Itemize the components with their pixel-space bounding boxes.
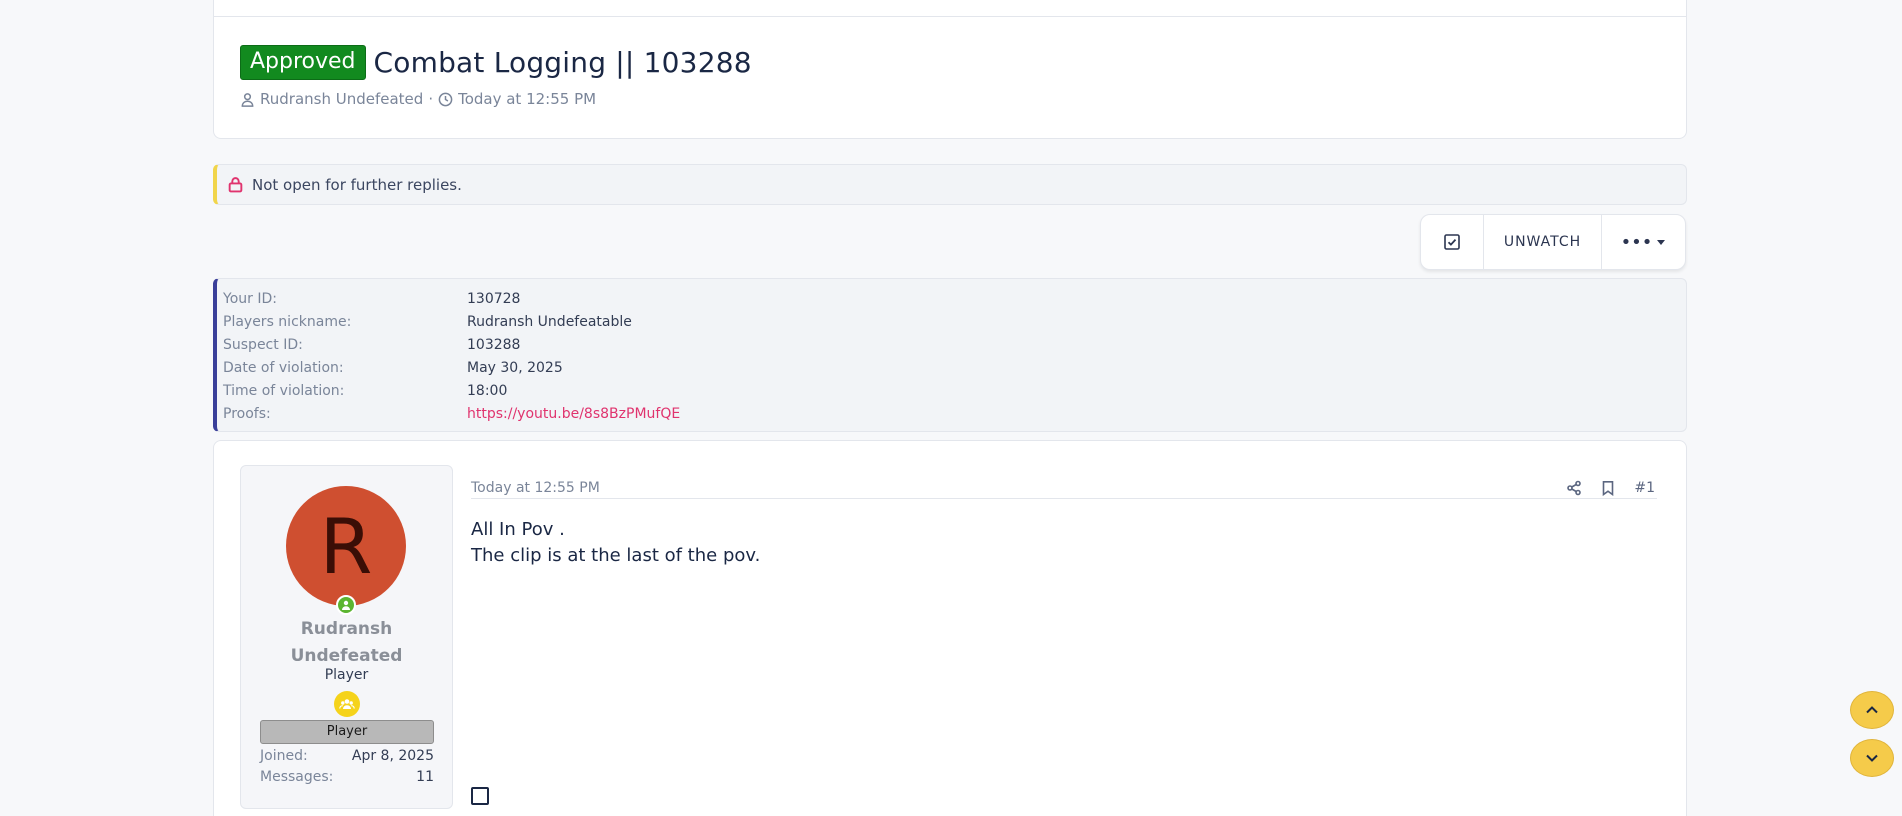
- field-label: Suspect ID:: [223, 336, 303, 353]
- post-line: The clip is at the last of the pov.: [471, 545, 761, 566]
- select-thread-button[interactable]: [1421, 215, 1484, 269]
- thread-author[interactable]: Rudransh Undefeated: [260, 90, 423, 108]
- approved-badge[interactable]: Approved: [240, 45, 366, 80]
- user-banner: Player: [260, 720, 434, 744]
- user-panel: R Rudransh Undefeated Player Player Join…: [240, 465, 453, 809]
- thread-meta: Rudransh Undefeated · Today at 12:55 PM: [240, 90, 596, 108]
- thread-toolbar: UNWATCH •••: [1420, 214, 1686, 270]
- clock-icon: [438, 92, 453, 106]
- lock-icon: [228, 177, 243, 193]
- field-row: Players nickname: Rudransh Undefeatable: [217, 310, 1686, 333]
- thread-title: Combat Logging || 103288: [373, 46, 752, 79]
- thread-fields: Your ID: 130728 Players nickname: Rudransh…: [213, 278, 1687, 432]
- post-line: All In Pov .: [471, 519, 565, 540]
- thread-title-row: Approved Combat Logging || 103288: [240, 45, 752, 80]
- more-options-button[interactable]: •••: [1602, 215, 1685, 269]
- field-row: Time of violation: 18:00: [217, 379, 1686, 402]
- thread-date[interactable]: Today at 12:55 PM: [458, 90, 596, 108]
- bookmark-icon[interactable]: [1600, 480, 1616, 496]
- messages-label: Messages:: [260, 769, 334, 785]
- thread-locked-notice: Not open for further replies.: [213, 164, 1687, 205]
- unwatch-button[interactable]: UNWATCH: [1484, 215, 1602, 269]
- post-header: Today at 12:55 PM #1: [471, 465, 1657, 499]
- field-label: Time of violation:: [223, 382, 345, 399]
- chevron-down-icon: [1866, 754, 1878, 762]
- avatar[interactable]: R: [286, 486, 406, 606]
- username[interactable]: Rudransh Undefeated: [241, 616, 452, 670]
- field-row: Suspect ID: 103288: [217, 333, 1686, 356]
- notice-text: Not open for further replies.: [252, 175, 462, 194]
- chevron-up-icon: [1866, 706, 1878, 714]
- post: R Rudransh Undefeated Player Player Join…: [213, 440, 1687, 816]
- field-value: May 30, 2025: [467, 359, 563, 376]
- field-row: Date of violation: May 30, 2025: [217, 356, 1686, 379]
- field-value: 103288: [467, 336, 521, 353]
- user-title: Player: [324, 667, 369, 683]
- thread-header: Approved Combat Logging || 103288 Rudran…: [213, 0, 1687, 139]
- post-main: Today at 12:55 PM #1 All In Pov . The cl…: [471, 465, 1657, 805]
- post-select-checkbox[interactable]: [471, 787, 489, 805]
- group-badge-icon: [334, 691, 360, 717]
- header-divider: [214, 16, 1686, 17]
- share-icon[interactable]: [1566, 480, 1582, 496]
- field-label: Proofs:: [223, 405, 271, 422]
- checkbox-checked-icon: [1444, 234, 1460, 250]
- messages-value[interactable]: 11: [416, 769, 434, 785]
- field-label: Date of violation:: [223, 359, 344, 376]
- user-stat-messages: Messages: 11: [260, 769, 434, 785]
- post-date[interactable]: Today at 12:55 PM: [471, 480, 600, 496]
- proof-link[interactable]: https://youtu.be/8s8BzPMufQE: [467, 406, 680, 422]
- scroll-top-button[interactable]: [1850, 691, 1894, 729]
- online-status-icon: [336, 595, 356, 615]
- scroll-bottom-button[interactable]: [1850, 739, 1894, 777]
- field-label: Players nickname:: [223, 313, 352, 330]
- field-value: 18:00: [467, 382, 508, 399]
- joined-value: Apr 8, 2025: [351, 748, 434, 764]
- caret-down-icon: [1657, 240, 1666, 245]
- post-number[interactable]: #1: [1634, 480, 1655, 496]
- username-line-1: Rudransh: [300, 619, 393, 639]
- user-icon: [241, 92, 254, 107]
- more-dots-icon: •••: [1620, 231, 1653, 253]
- field-value: 130728: [467, 290, 521, 307]
- field-row: Your ID: 130728: [217, 287, 1686, 310]
- post-actions: #1: [1566, 480, 1657, 496]
- username-line-2: Undefeated: [290, 646, 403, 666]
- meta-separator: ·: [428, 90, 434, 108]
- post-body: All In Pov . The clip is at the last of …: [471, 499, 1657, 569]
- field-row: Proofs: https://youtu.be/8s8BzPMufQE: [217, 402, 1686, 425]
- user-stat-joined: Joined: Apr 8, 2025: [260, 748, 434, 764]
- joined-label: Joined:: [260, 748, 308, 764]
- field-value: Rudransh Undefeatable: [467, 313, 632, 330]
- field-label: Your ID:: [223, 290, 277, 307]
